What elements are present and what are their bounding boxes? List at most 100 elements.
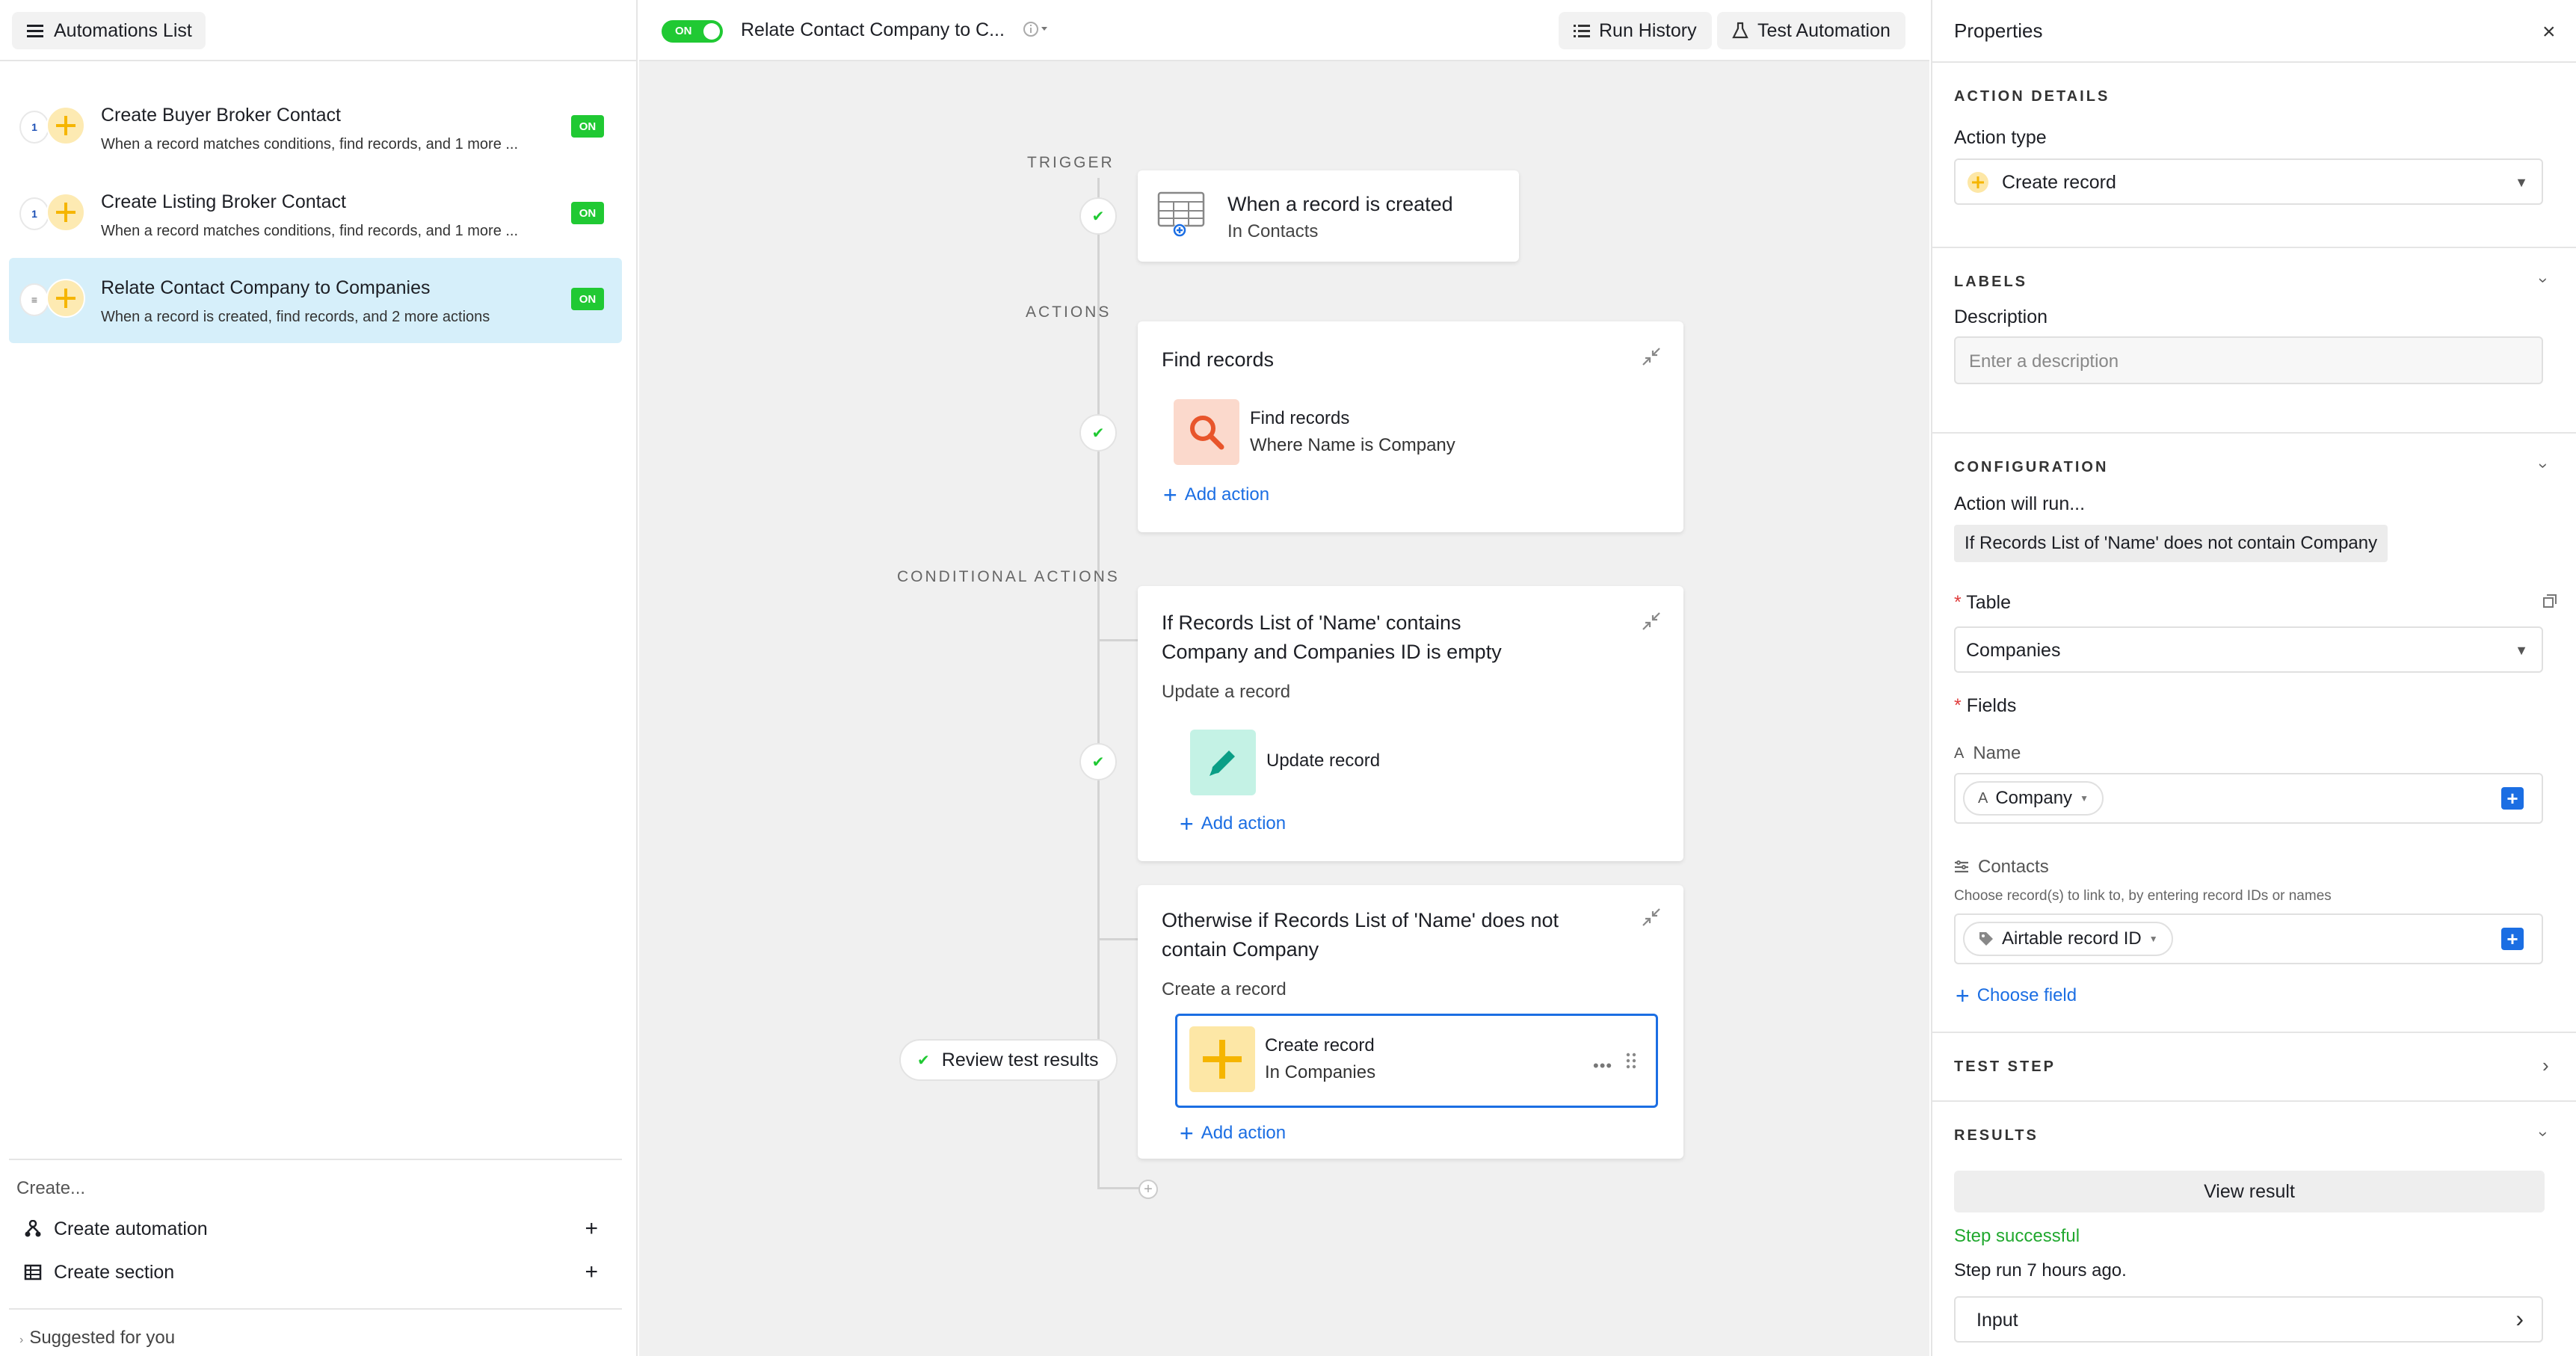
divider <box>1932 247 2576 248</box>
trigger-subtitle: In Contacts <box>1227 221 1319 241</box>
info-icon[interactable] <box>1023 21 1050 37</box>
chevron-right-icon[interactable]: › <box>2542 1054 2549 1077</box>
automations-list-label: Automations List <box>54 19 192 41</box>
chevron-down-icon[interactable]: › <box>2534 463 2554 468</box>
run-history-button[interactable]: Run History <box>1559 12 1712 49</box>
add-action-button[interactable]: + Add action <box>1180 812 1286 836</box>
condition-card-otherwise[interactable]: Otherwise if Records List of 'Name' does… <box>1138 885 1683 1159</box>
create-automation-label: Create automation <box>54 1218 208 1239</box>
chevron-down-icon[interactable]: › <box>2534 1131 2554 1136</box>
list-icon <box>1574 23 1590 38</box>
record-id-token[interactable]: Airtable record ID ▼ <box>1963 922 2173 956</box>
create-record-step-selected[interactable]: Create record In Companies ••• <box>1175 1014 1658 1108</box>
drag-handle-icon[interactable] <box>1626 1052 1636 1070</box>
labels-heading: LABELS <box>1954 274 2027 290</box>
table-label: * Table <box>1954 592 2011 614</box>
choose-field-button[interactable]: + Choose field <box>1956 984 2077 1008</box>
add-step-icon[interactable]: + <box>1138 1180 1158 1199</box>
sidebar-header: Automations List <box>0 0 636 61</box>
choose-field-label: Choose field <box>1976 985 2077 1005</box>
automation-icons: 1 <box>19 106 87 148</box>
test-automation-button[interactable]: Test Automation <box>1717 12 1905 49</box>
condition-card[interactable]: If Records List of 'Name' contains Compa… <box>1138 586 1683 861</box>
suggested-toggle[interactable]: › Suggested for you <box>19 1328 175 1349</box>
check-icon: ✔ <box>1079 743 1117 780</box>
create-record-icon <box>46 279 85 318</box>
more-icon[interactable]: ••• <box>1593 1056 1612 1076</box>
trigger-icon: 1 <box>19 197 49 230</box>
conditional-section-label: CONDITIONAL ACTIONS <box>897 568 1120 585</box>
collapse-icon[interactable] <box>1642 907 1661 927</box>
contacts-field-input[interactable]: Airtable record ID ▼ + <box>1954 913 2543 964</box>
collapse-icon[interactable] <box>1642 611 1661 631</box>
add-action-button[interactable]: + Add action <box>1180 1121 1286 1145</box>
automation-icons: ≡ <box>19 279 87 321</box>
automation-subtitle: When a record is created, find records, … <box>101 309 490 325</box>
condition-title-line2: Company and Companies ID is empty <box>1162 641 1502 663</box>
description-input[interactable]: Enter a description <box>1954 336 2543 384</box>
automation-icons: 1 <box>19 193 87 235</box>
chevron-down-icon: ▼ <box>2148 934 2158 944</box>
view-result-button[interactable]: View result <box>1954 1171 2545 1212</box>
chevron-down-icon: ▼ <box>2515 175 2528 190</box>
text-field-icon: A <box>1978 789 1988 807</box>
plus-large-icon <box>1189 1026 1255 1092</box>
status-badge: ON <box>571 288 604 310</box>
sidebar-divider <box>9 1159 622 1160</box>
create-item-subtitle: In Companies <box>1265 1062 1376 1082</box>
review-test-results-button[interactable]: ✔ Review test results <box>899 1039 1118 1081</box>
plus-icon: + <box>585 1260 598 1284</box>
close-icon[interactable]: × <box>2542 19 2556 45</box>
pencil-icon <box>1190 730 1256 795</box>
plus-icon: + <box>1180 1120 1194 1147</box>
add-action-label: Add action <box>1201 1123 1287 1143</box>
automation-title[interactable]: Relate Contact Company to C... <box>741 19 1005 41</box>
chevron-right-icon: › <box>19 1334 24 1346</box>
automation-item[interactable]: 1 Create Listing Broker Contact When a r… <box>9 172 622 257</box>
condition-subtitle: Update a record <box>1162 682 1291 702</box>
automation-toggle[interactable]: ON <box>662 20 723 43</box>
text-field-icon: A <box>1954 745 1965 762</box>
expand-icon[interactable] <box>2542 594 2557 608</box>
step-successful-text: Step successful <box>1954 1226 2080 1246</box>
find-records-card[interactable]: Find records Find records Where Name is … <box>1138 321 1683 532</box>
insert-token-button[interactable]: + <box>2501 787 2524 810</box>
flask-icon <box>1732 22 1748 40</box>
contacts-field-label: Contacts <box>1954 857 2049 878</box>
input-label: Input <box>1976 1310 2018 1331</box>
create-section-button[interactable]: Create section + <box>24 1257 622 1287</box>
create-record-icon <box>1968 172 1988 193</box>
table-select[interactable]: Companies ▼ <box>1954 626 2543 673</box>
chevron-down-icon[interactable]: › <box>2534 277 2554 283</box>
action-type-select[interactable]: Create record ▼ <box>1954 158 2543 205</box>
add-action-button[interactable]: + Add action <box>1163 483 1269 507</box>
find-item-subtitle: Where Name is Company <box>1250 435 1455 455</box>
trigger-title: When a record is created <box>1227 193 1453 215</box>
automation-title: Create Buyer Broker Contact <box>101 105 341 126</box>
tag-icon <box>1978 931 1994 947</box>
check-icon: ✔ <box>1079 414 1117 452</box>
search-icon <box>1174 399 1239 465</box>
divider <box>1932 1032 2576 1033</box>
create-item-title: Create record <box>1265 1035 1375 1055</box>
trigger-card[interactable]: When a record is created In Contacts <box>1138 170 1519 262</box>
insert-token-button[interactable]: + <box>2501 928 2524 950</box>
required-mark: * <box>1954 592 1967 613</box>
automation-item[interactable]: 1 Create Buyer Broker Contact When a rec… <box>9 85 622 170</box>
automation-item-selected[interactable]: ≡ Relate Contact Company to Companies Wh… <box>9 258 622 343</box>
name-field-input[interactable]: A Company ▼ + <box>1954 773 2543 824</box>
condition-subtitle: Create a record <box>1162 979 1287 999</box>
automation-title: Create Listing Broker Contact <box>101 191 346 212</box>
menu-icon <box>27 23 43 38</box>
divider <box>1932 1100 2576 1102</box>
automations-list-button[interactable]: Automations List <box>12 12 206 49</box>
record-id-token-label: Airtable record ID <box>2002 928 2142 949</box>
create-automation-button[interactable]: Create automation + <box>24 1214 622 1244</box>
input-expander[interactable]: Input › <box>1954 1296 2543 1343</box>
suggested-label: Suggested for you <box>29 1328 176 1348</box>
condition-title-line1: If Records List of 'Name' contains <box>1162 611 1461 634</box>
run-history-label: Run History <box>1599 19 1697 41</box>
collapse-icon[interactable] <box>1642 347 1661 366</box>
divider <box>1932 61 2576 63</box>
name-token[interactable]: A Company ▼ <box>1963 781 2104 816</box>
